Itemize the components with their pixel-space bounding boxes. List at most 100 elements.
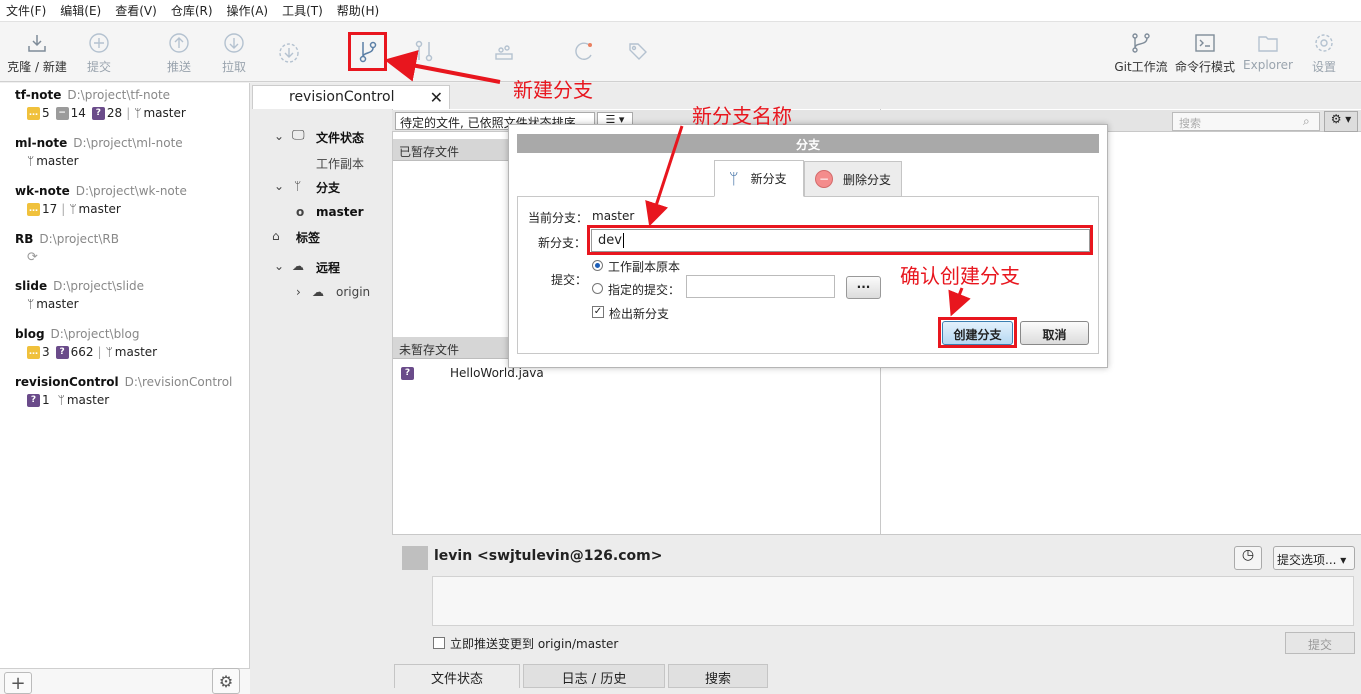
tab-delete-branch[interactable]: − 删除分支 <box>804 161 902 197</box>
cloud-icon: ☁ <box>312 285 324 299</box>
chevron-down-icon[interactable]: ⌄ <box>274 179 284 193</box>
specified-commit-label: 指定的提交： <box>608 283 681 297</box>
check-icon: ✓ <box>593 306 603 317</box>
working-copy-radio[interactable] <box>592 260 603 271</box>
menu-repository[interactable]: 仓库(R) <box>171 2 213 19</box>
modified-badge-icon: … <box>27 202 40 216</box>
tree-tags[interactable]: 标签 <box>296 229 320 246</box>
repo-name: blog <box>15 327 45 341</box>
checkout-checkbox[interactable]: ✓ <box>592 306 604 318</box>
annotation-branch-name: 新分支名称 <box>692 104 792 128</box>
chevron-right-icon[interactable]: › <box>296 285 301 299</box>
repo-name: wk-note <box>15 184 70 198</box>
branch-name: master <box>143 106 186 120</box>
history-button[interactable]: ◷ <box>1234 546 1262 570</box>
repo-tf-note[interactable]: tf-note D:\project\tf-note … 5 −14 ? 28 | ᛘ… <box>15 88 186 120</box>
repo-slide[interactable]: slide D:\project\slide ᛘ master <box>15 279 144 311</box>
untracked-badge-icon: ? <box>401 366 414 380</box>
branch-icon: ᛘ <box>27 154 35 168</box>
modified-badge-icon: … <box>27 345 40 359</box>
panel-settings-button[interactable]: ⚙ ▾ <box>1324 111 1358 132</box>
tree-remotes[interactable]: 远程 <box>316 259 340 276</box>
browse-commit-button[interactable]: ... <box>846 276 881 299</box>
commit-label: 提交 <box>86 60 111 74</box>
tab-new-branch[interactable]: ᛘ 新分支 <box>714 160 804 197</box>
tree-file-status[interactable]: 文件状态 <box>316 129 364 146</box>
gitflow-button[interactable]: Git工作流 <box>1112 30 1170 75</box>
commit-source-label: 提交： <box>551 273 588 287</box>
tree-branch-master[interactable]: master <box>316 205 364 219</box>
chevron-down-icon[interactable]: ⌄ <box>274 129 284 143</box>
branch-icon: ᛘ <box>57 393 65 407</box>
tab-file-status[interactable]: 文件状态 <box>394 664 520 688</box>
menu-help[interactable]: 帮助(H) <box>337 2 379 19</box>
unknown-count: 1 <box>42 393 50 407</box>
close-icon[interactable]: ✕ <box>430 88 443 107</box>
push-now-checkbox[interactable] <box>433 637 445 649</box>
repo-name: ml-note <box>15 136 68 150</box>
repo-rb[interactable]: RB D:\project\RB ⟳ <box>15 232 119 265</box>
terminal-label: 命令行模式 <box>1174 60 1235 74</box>
chevron-down-icon[interactable]: ⌄ <box>274 259 284 273</box>
menu-view[interactable]: 查看(V) <box>115 2 157 19</box>
sidebar-settings-button[interactable]: ⚙ <box>212 668 240 694</box>
commit-button[interactable]: 提交 <box>78 30 120 75</box>
menu-tools[interactable]: 工具(T) <box>282 2 323 19</box>
pull-button[interactable]: 拉取 <box>213 30 255 75</box>
commit-submit-button[interactable]: 提交 <box>1285 632 1355 654</box>
tag-button[interactable] <box>624 38 652 66</box>
settings-button[interactable]: 设置 <box>1306 30 1342 75</box>
tree-origin[interactable]: origin <box>336 285 370 299</box>
merge-button[interactable] <box>410 38 438 66</box>
cancel-button[interactable]: 取消 <box>1020 321 1089 345</box>
repo-path: D:\project\RB <box>39 232 119 246</box>
menu-actions[interactable]: 操作(A) <box>227 2 269 19</box>
discard-button[interactable] <box>570 38 598 66</box>
commit-options-select[interactable]: 提交选项... ▾ <box>1273 546 1355 570</box>
minus-circle-icon: − <box>815 170 833 188</box>
repo-blog[interactable]: blog D:\project\blog … 3 ? 662 | ᛘ master <box>15 327 157 359</box>
repo-path: D:\project\tf-note <box>67 88 171 102</box>
repo-path: D:\project\blog <box>50 327 140 341</box>
gear-icon <box>1311 30 1337 56</box>
untracked-badge-icon: ? <box>27 393 40 407</box>
file-row[interactable]: ? HelloWorld.java <box>401 366 544 380</box>
tree-branches[interactable]: 分支 <box>316 179 340 196</box>
branch-icon: ᛘ <box>294 179 302 193</box>
repo-ml-note[interactable]: ml-note D:\project\ml-note ᛘ master <box>15 136 183 168</box>
tab-title: revisionControl <box>289 89 395 105</box>
tab-log-history[interactable]: 日志 / 历史 <box>523 664 665 688</box>
modified-count: 3 <box>42 345 50 359</box>
menu-bar: 文件(F) 编辑(E) 查看(V) 仓库(R) 操作(A) 工具(T) 帮助(H… <box>0 0 1361 22</box>
tree-working-copy[interactable]: 工作副本 <box>316 155 364 172</box>
commit-message-input[interactable] <box>432 576 1354 626</box>
push-button[interactable]: 推送 <box>158 30 200 75</box>
branch-icon: ᛘ <box>69 202 77 216</box>
tab-delete-branch-label: 删除分支 <box>843 172 892 187</box>
add-repo-button[interactable]: + <box>4 672 32 694</box>
menu-file[interactable]: 文件(F) <box>6 2 46 19</box>
annotation-confirm: 确认创建分支 <box>900 264 1020 288</box>
untracked-badge-icon: ? <box>55 345 69 359</box>
terminal-button[interactable]: 命令行模式 <box>1172 30 1238 75</box>
tab-revisioncontrol[interactable]: revisionControl ✕ <box>252 85 450 110</box>
arrow-down-circle-icon <box>221 30 247 56</box>
specified-commit-input[interactable] <box>686 275 835 298</box>
stash-button[interactable] <box>490 38 518 66</box>
repo-wk-note[interactable]: wk-note D:\project\wk-note … 17 | ᛘ master <box>15 184 187 216</box>
clone-button[interactable]: 克隆 / 新建 <box>4 30 70 75</box>
removed-badge-icon: − <box>55 106 69 120</box>
monitor-icon: 🖵 <box>292 128 305 143</box>
specified-commit-radio[interactable] <box>592 283 603 294</box>
branch-icon: ᛘ <box>729 169 739 188</box>
explorer-button[interactable]: Explorer <box>1240 30 1296 72</box>
fetch-button[interactable] <box>268 40 310 68</box>
repo-revisioncontrol[interactable]: revisionControl D:\revisionControl ? 1 ᛘ ma… <box>15 375 232 407</box>
modified-badge-icon: … <box>27 106 40 120</box>
search-input[interactable]: 搜索 <box>1172 112 1320 131</box>
clone-label: 克隆 / 新建 <box>7 60 67 74</box>
menu-edit[interactable]: 编辑(E) <box>60 2 101 19</box>
terminal-icon <box>1192 30 1218 56</box>
folder-icon <box>1255 30 1281 56</box>
tab-search[interactable]: 搜索 <box>668 664 768 688</box>
